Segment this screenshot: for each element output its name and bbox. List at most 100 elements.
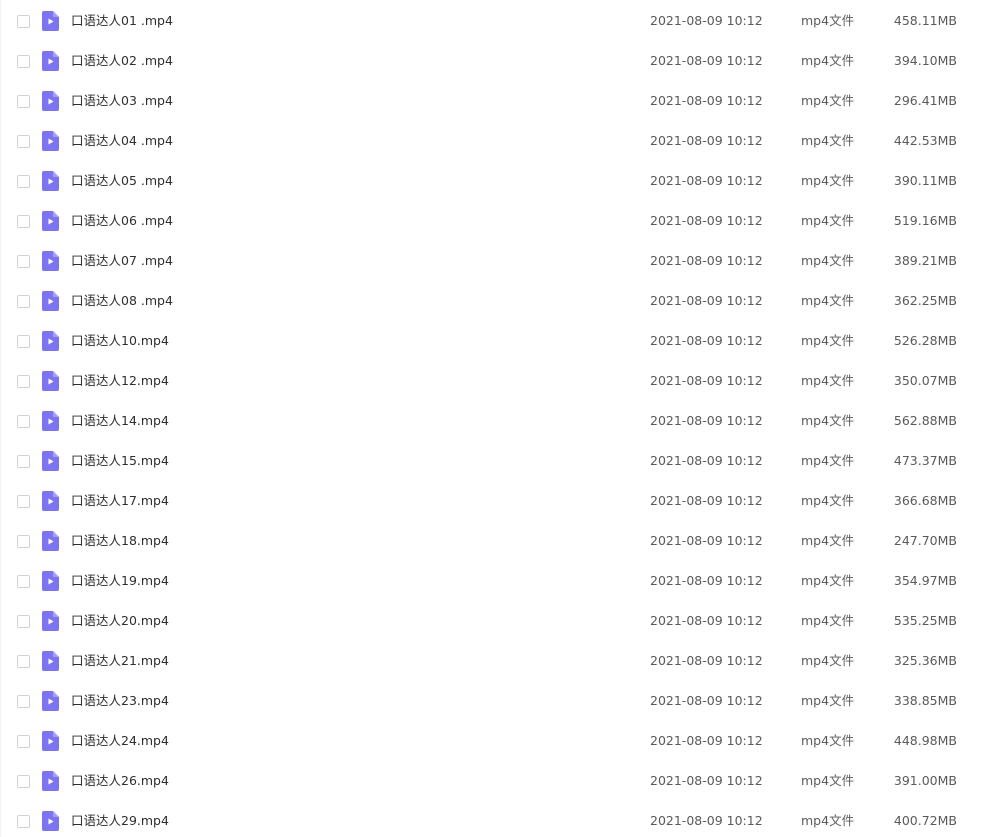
file-name[interactable]: 口语达人23.mp4 bbox=[71, 681, 169, 721]
file-name[interactable]: 口语达人10.mp4 bbox=[71, 321, 169, 361]
file-type: mp4文件 bbox=[801, 373, 855, 388]
file-name[interactable]: 口语达人21.mp4 bbox=[71, 641, 169, 681]
file-name[interactable]: 口语达人12.mp4 bbox=[71, 361, 169, 401]
file-name[interactable]: 口语达人02 .mp4 bbox=[71, 41, 173, 81]
file-row[interactable]: 口语达人06 .mp4 2021-08-09 10:12 mp4文件 519.1… bbox=[1, 201, 984, 241]
file-modified-date: 2021-08-09 10:12 bbox=[650, 693, 763, 708]
row-checkbox[interactable] bbox=[17, 135, 30, 148]
row-checkbox[interactable] bbox=[17, 615, 30, 628]
file-row[interactable]: 口语达人07 .mp4 2021-08-09 10:12 mp4文件 389.2… bbox=[1, 241, 984, 281]
file-modified-date: 2021-08-09 10:12 bbox=[650, 373, 763, 388]
file-name[interactable]: 口语达人05 .mp4 bbox=[71, 161, 173, 201]
row-checkbox[interactable] bbox=[17, 215, 30, 228]
row-checkbox[interactable] bbox=[17, 375, 30, 388]
file-row[interactable]: 口语达人15.mp4 2021-08-09 10:12 mp4文件 473.37… bbox=[1, 441, 984, 481]
video-file-icon bbox=[42, 251, 59, 271]
file-name[interactable]: 口语达人08 .mp4 bbox=[71, 281, 173, 321]
row-checkbox[interactable] bbox=[17, 495, 30, 508]
row-checkbox[interactable] bbox=[17, 535, 30, 548]
file-name[interactable]: 口语达人03 .mp4 bbox=[71, 81, 173, 121]
row-checkbox[interactable] bbox=[17, 815, 30, 828]
file-modified-date: 2021-08-09 10:12 bbox=[650, 173, 763, 188]
file-row[interactable]: 口语达人18.mp4 2021-08-09 10:12 mp4文件 247.70… bbox=[1, 521, 984, 561]
row-checkbox[interactable] bbox=[17, 415, 30, 428]
file-name[interactable]: 口语达人14.mp4 bbox=[71, 401, 169, 441]
file-row[interactable]: 口语达人24.mp4 2021-08-09 10:12 mp4文件 448.98… bbox=[1, 721, 984, 761]
row-checkbox[interactable] bbox=[17, 455, 30, 468]
file-type: mp4文件 bbox=[801, 293, 855, 308]
row-checkbox[interactable] bbox=[17, 55, 30, 68]
row-checkbox[interactable] bbox=[17, 695, 30, 708]
file-row[interactable]: 口语达人26.mp4 2021-08-09 10:12 mp4文件 391.00… bbox=[1, 761, 984, 801]
file-size: 448.98MB bbox=[893, 733, 957, 748]
row-checkbox[interactable] bbox=[17, 335, 30, 348]
file-name[interactable]: 口语达人20.mp4 bbox=[71, 601, 169, 641]
video-file-icon bbox=[42, 771, 59, 791]
file-type: mp4文件 bbox=[801, 213, 855, 228]
row-checkbox[interactable] bbox=[17, 15, 30, 28]
file-size: 400.72MB bbox=[893, 813, 957, 828]
row-checkbox[interactable] bbox=[17, 575, 30, 588]
file-row[interactable]: 口语达人17.mp4 2021-08-09 10:12 mp4文件 366.68… bbox=[1, 481, 984, 521]
file-name[interactable]: 口语达人17.mp4 bbox=[71, 481, 169, 521]
file-modified-date: 2021-08-09 10:12 bbox=[650, 533, 763, 548]
file-row[interactable]: 口语达人29.mp4 2021-08-09 10:12 mp4文件 400.72… bbox=[1, 801, 984, 837]
row-checkbox[interactable] bbox=[17, 255, 30, 268]
file-modified-date: 2021-08-09 10:12 bbox=[650, 733, 763, 748]
file-name[interactable]: 口语达人24.mp4 bbox=[71, 721, 169, 761]
file-modified-date: 2021-08-09 10:12 bbox=[650, 53, 763, 68]
row-checkbox[interactable] bbox=[17, 655, 30, 668]
file-name[interactable]: 口语达人29.mp4 bbox=[71, 801, 169, 837]
file-type: mp4文件 bbox=[801, 653, 855, 668]
file-size: 350.07MB bbox=[893, 373, 957, 388]
file-row[interactable]: 口语达人21.mp4 2021-08-09 10:12 mp4文件 325.36… bbox=[1, 641, 984, 681]
file-name[interactable]: 口语达人06 .mp4 bbox=[71, 201, 173, 241]
file-name[interactable]: 口语达人07 .mp4 bbox=[71, 241, 173, 281]
file-row[interactable]: 口语达人10.mp4 2021-08-09 10:12 mp4文件 526.28… bbox=[1, 321, 984, 361]
file-list: 口语达人01 .mp4 2021-08-09 10:12 mp4文件 458.1… bbox=[0, 0, 984, 837]
row-checkbox[interactable] bbox=[17, 775, 30, 788]
file-row[interactable]: 口语达人01 .mp4 2021-08-09 10:12 mp4文件 458.1… bbox=[1, 1, 984, 41]
file-type: mp4文件 bbox=[801, 693, 855, 708]
file-modified-date: 2021-08-09 10:12 bbox=[650, 333, 763, 348]
file-row[interactable]: 口语达人14.mp4 2021-08-09 10:12 mp4文件 562.88… bbox=[1, 401, 984, 441]
video-file-icon bbox=[42, 491, 59, 511]
file-row[interactable]: 口语达人12.mp4 2021-08-09 10:12 mp4文件 350.07… bbox=[1, 361, 984, 401]
file-type: mp4文件 bbox=[801, 493, 855, 508]
video-file-icon bbox=[42, 211, 59, 231]
file-name[interactable]: 口语达人01 .mp4 bbox=[71, 1, 173, 41]
file-row[interactable]: 口语达人04 .mp4 2021-08-09 10:12 mp4文件 442.5… bbox=[1, 121, 984, 161]
file-size: 338.85MB bbox=[893, 693, 957, 708]
file-size: 296.41MB bbox=[893, 93, 957, 108]
file-name[interactable]: 口语达人19.mp4 bbox=[71, 561, 169, 601]
file-size: 526.28MB bbox=[893, 333, 957, 348]
video-file-icon bbox=[42, 331, 59, 351]
file-row[interactable]: 口语达人08 .mp4 2021-08-09 10:12 mp4文件 362.2… bbox=[1, 281, 984, 321]
file-row[interactable]: 口语达人23.mp4 2021-08-09 10:12 mp4文件 338.85… bbox=[1, 681, 984, 721]
file-modified-date: 2021-08-09 10:12 bbox=[650, 773, 763, 788]
file-row[interactable]: 口语达人02 .mp4 2021-08-09 10:12 mp4文件 394.1… bbox=[1, 41, 984, 81]
video-file-icon bbox=[42, 611, 59, 631]
row-checkbox[interactable] bbox=[17, 175, 30, 188]
file-row[interactable]: 口语达人19.mp4 2021-08-09 10:12 mp4文件 354.97… bbox=[1, 561, 984, 601]
file-row[interactable]: 口语达人03 .mp4 2021-08-09 10:12 mp4文件 296.4… bbox=[1, 81, 984, 121]
file-size: 354.97MB bbox=[893, 573, 957, 588]
video-file-icon bbox=[42, 51, 59, 71]
file-name[interactable]: 口语达人15.mp4 bbox=[71, 441, 169, 481]
file-type: mp4文件 bbox=[801, 813, 855, 828]
file-name[interactable]: 口语达人18.mp4 bbox=[71, 521, 169, 561]
row-checkbox[interactable] bbox=[17, 95, 30, 108]
file-name[interactable]: 口语达人26.mp4 bbox=[71, 761, 169, 801]
file-size: 362.25MB bbox=[893, 293, 957, 308]
file-size: 562.88MB bbox=[893, 413, 957, 428]
file-row[interactable]: 口语达人05 .mp4 2021-08-09 10:12 mp4文件 390.1… bbox=[1, 161, 984, 201]
file-type: mp4文件 bbox=[801, 573, 855, 588]
row-checkbox[interactable] bbox=[17, 295, 30, 308]
file-modified-date: 2021-08-09 10:12 bbox=[650, 293, 763, 308]
row-checkbox[interactable] bbox=[17, 735, 30, 748]
video-file-icon bbox=[42, 371, 59, 391]
file-modified-date: 2021-08-09 10:12 bbox=[650, 13, 763, 28]
file-row[interactable]: 口语达人20.mp4 2021-08-09 10:12 mp4文件 535.25… bbox=[1, 601, 984, 641]
video-file-icon bbox=[42, 571, 59, 591]
file-name[interactable]: 口语达人04 .mp4 bbox=[71, 121, 173, 161]
